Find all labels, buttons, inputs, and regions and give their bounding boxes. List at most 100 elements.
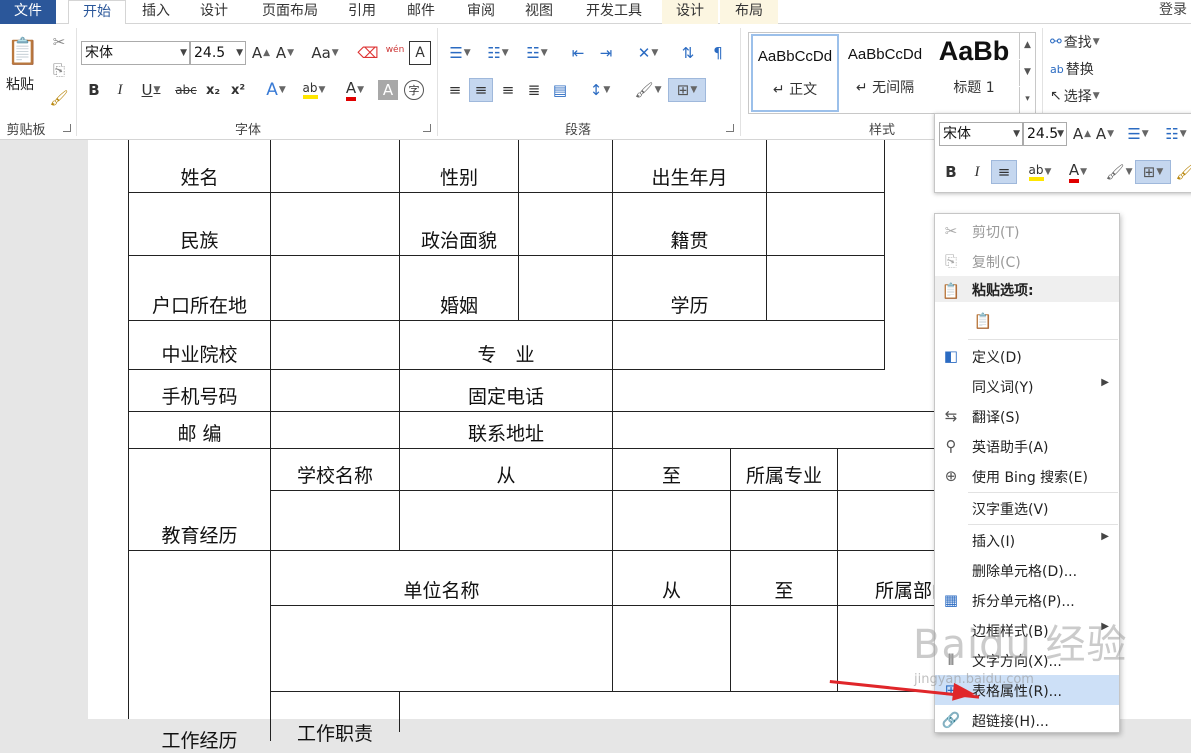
table-cell-label[interactable]: 从: [613, 551, 731, 606]
align-left-icon[interactable]: ≡: [443, 78, 467, 102]
table-cell-label[interactable]: 姓名: [129, 140, 271, 193]
tab-insert[interactable]: 插入: [132, 0, 180, 24]
mini-font-combo[interactable]: 宋体 ▼: [939, 122, 1023, 146]
char-shading-button[interactable]: A: [378, 80, 398, 100]
chinese-layout-icon[interactable]: ✕ ▼: [630, 41, 666, 65]
table-cell[interactable]: [519, 256, 613, 321]
tab-review[interactable]: 审阅: [457, 0, 505, 24]
increase-indent-icon[interactable]: ⇥: [594, 41, 618, 65]
mini-numbering-icon[interactable]: ☷ ▼: [1159, 122, 1191, 146]
tab-table-layout[interactable]: 布局: [720, 0, 778, 24]
justify-icon[interactable]: ≣: [522, 78, 546, 102]
table-cell-label[interactable]: 工作经历: [129, 551, 271, 752]
char-border-icon[interactable]: A: [409, 41, 431, 65]
shrink-font-icon[interactable]: A ▼: [275, 41, 295, 65]
align-center-icon[interactable]: ≡: [469, 78, 493, 102]
table-cell-label[interactable]: 所属专业: [731, 449, 838, 491]
table-cell[interactable]: [767, 193, 885, 256]
menu-item-define[interactable]: ◧ 定义(D): [935, 341, 1119, 371]
table-cell[interactable]: [271, 321, 400, 370]
style-normal[interactable]: AaBbCcDd ↵ 正文: [751, 34, 839, 112]
tab-table-design[interactable]: 设计: [662, 0, 718, 24]
sort-icon[interactable]: ⇅: [676, 41, 700, 65]
mini-size-combo[interactable]: 24.5 ▼: [1023, 122, 1067, 146]
mini-font-color-button[interactable]: A ▼: [1061, 160, 1095, 184]
menu-paste-keep-text[interactable]: 📋: [935, 306, 1119, 336]
table-cell[interactable]: [519, 193, 613, 256]
table-cell-label[interactable]: 出生年月: [613, 140, 767, 193]
table-cell-label[interactable]: 籍贯: [613, 193, 767, 256]
borders-icon[interactable]: ⊞ ▼: [668, 78, 706, 102]
copy-icon[interactable]: ⎘: [48, 58, 70, 82]
menu-item-copy[interactable]: ⎘ 复制(C): [935, 246, 1119, 276]
mini-italic-button[interactable]: I: [967, 160, 987, 184]
grow-font-icon[interactable]: A ▲: [251, 41, 271, 65]
tab-file[interactable]: 文件: [0, 0, 56, 24]
font-launcher-icon[interactable]: [423, 124, 431, 132]
styles-more-icon[interactable]: ▾: [1019, 87, 1035, 113]
table-cell[interactable]: [271, 370, 400, 412]
table-cell-label[interactable]: 户口所在地: [129, 256, 271, 321]
table-cell[interactable]: [613, 321, 885, 370]
mini-center-icon[interactable]: ≡: [991, 160, 1017, 184]
paste-button[interactable]: 粘贴: [6, 74, 34, 94]
table-cell[interactable]: [400, 692, 953, 732]
mini-bullets-icon[interactable]: ☰ ▼: [1121, 122, 1155, 146]
table-cell-label[interactable]: 性别: [400, 140, 519, 193]
table-cell-label[interactable]: 至: [613, 449, 731, 491]
underline-button[interactable]: U ▼: [136, 78, 166, 102]
phonetic-guide-icon[interactable]: wén: [384, 38, 406, 62]
text-effects-button[interactable]: A ▼: [260, 78, 292, 102]
enclose-char-button[interactable]: 字: [404, 80, 424, 100]
menu-item-bing-search[interactable]: ⊕ 使用 Bing 搜索(E): [935, 461, 1119, 491]
multilevel-list-icon[interactable]: ☳ ▼: [519, 41, 555, 65]
table-cell[interactable]: [613, 491, 731, 551]
table-cell-label[interactable]: 民族: [129, 193, 271, 256]
distributed-icon[interactable]: ▤: [548, 78, 572, 102]
table-cell-label[interactable]: 手机号码: [129, 370, 271, 412]
mini-grow-font-icon[interactable]: A ▲: [1072, 122, 1092, 146]
mini-format-painter-icon[interactable]: 🖌: [1175, 160, 1191, 184]
table-cell[interactable]: [731, 491, 838, 551]
align-right-icon[interactable]: ≡: [496, 78, 520, 102]
menu-item-translate[interactable]: ⇆ 翻译(S): [935, 401, 1119, 431]
show-marks-icon[interactable]: ¶: [706, 41, 730, 65]
mini-shading-icon[interactable]: 🖌 ▼: [1101, 160, 1137, 184]
table-cell-label[interactable]: 教育经历: [129, 449, 271, 551]
mini-highlight-button[interactable]: ab ▼: [1023, 160, 1057, 184]
font-size-combo[interactable]: 24.5 ▼: [190, 41, 246, 65]
table-cell[interactable]: [613, 412, 953, 449]
line-spacing-icon[interactable]: ↕ ▼: [582, 78, 618, 102]
table-cell-label[interactable]: 专 业: [400, 321, 613, 370]
select-button[interactable]: ↖ 选择 ▼: [1050, 84, 1122, 108]
tab-home[interactable]: 开始: [68, 0, 126, 25]
highlight-button[interactable]: ab ▼: [297, 78, 331, 102]
table-cell-label[interactable]: 联系地址: [400, 412, 613, 449]
numbering-icon[interactable]: ☷ ▼: [481, 41, 515, 65]
clear-format-icon[interactable]: ⌫: [357, 41, 379, 65]
tab-page-layout[interactable]: 页面布局: [250, 0, 330, 24]
bullets-icon[interactable]: ☰ ▼: [443, 41, 477, 65]
table-cell[interactable]: [271, 256, 400, 321]
tab-mailings[interactable]: 邮件: [397, 0, 445, 24]
table-cell[interactable]: [519, 140, 613, 193]
font-color-button[interactable]: A ▼: [338, 78, 372, 102]
clipboard-launcher-icon[interactable]: [63, 124, 71, 132]
table-cell[interactable]: [613, 370, 953, 412]
tab-design[interactable]: 设计: [190, 0, 238, 24]
tab-references[interactable]: 引用: [338, 0, 386, 24]
font-name-combo[interactable]: 宋体 ▼: [81, 41, 190, 65]
replace-button[interactable]: ab 替换: [1050, 57, 1122, 81]
table-cell-label[interactable]: 政治面貌: [400, 193, 519, 256]
menu-item-split-cells[interactable]: ▦ 拆分单元格(P)...: [935, 585, 1119, 615]
change-case-button[interactable]: Aa ▼: [307, 41, 343, 65]
table-cell[interactable]: [271, 193, 400, 256]
shading-icon[interactable]: 🖌 ▼: [630, 78, 666, 102]
tab-developer[interactable]: 开发工具: [574, 0, 654, 24]
format-painter-icon[interactable]: 🖌: [48, 86, 70, 110]
superscript-button[interactable]: x²: [227, 78, 249, 102]
table-cell-label[interactable]: 学校名称: [271, 449, 400, 491]
table-cell[interactable]: [731, 606, 838, 692]
table-cell-label[interactable]: 固定电话: [400, 370, 613, 412]
mini-shrink-font-icon[interactable]: A ▼: [1095, 122, 1115, 146]
